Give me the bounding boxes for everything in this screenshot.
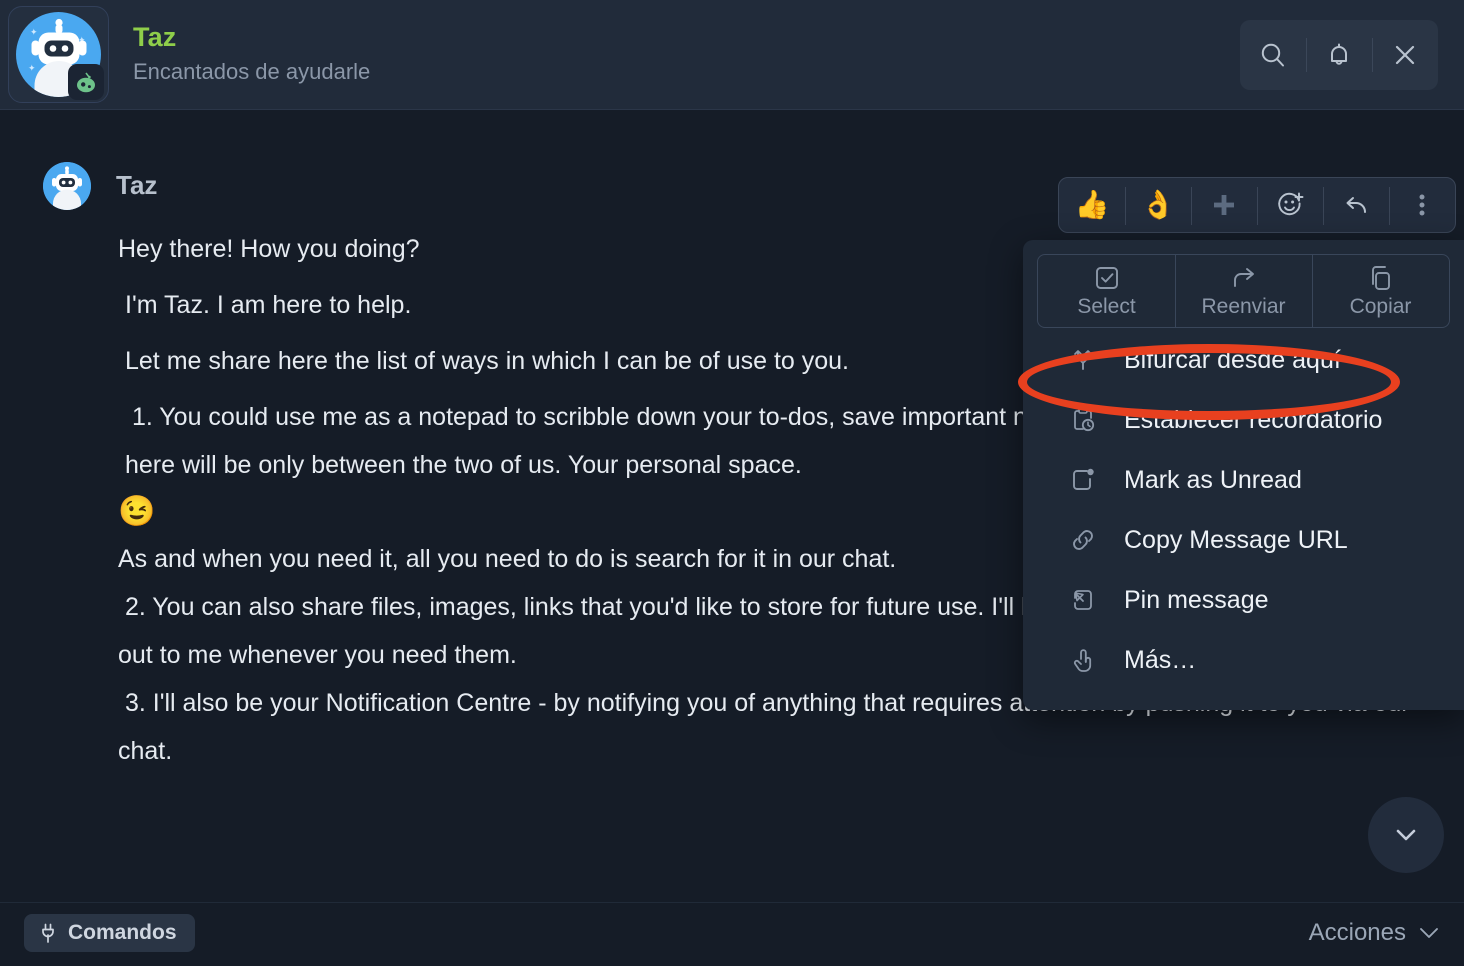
robot-avatar-icon [43, 162, 91, 210]
actions-menu-button[interactable]: Acciones [1309, 919, 1440, 947]
close-icon [1395, 45, 1415, 65]
pin-message-label: Pin message [1124, 585, 1269, 614]
message-avatar[interactable] [43, 162, 91, 210]
message-context-menu: Select Reenviar Copiar Bifurcar desde aq… [1023, 240, 1464, 710]
bot-badge-icon [68, 64, 104, 100]
react-ok-hand-button[interactable]: 👌 [1125, 178, 1191, 232]
actions-label: Acciones [1308, 919, 1406, 946]
close-button[interactable] [1372, 20, 1438, 90]
reaction-toolbar: 👍 👌 [1058, 177, 1456, 233]
three-dots-icon [1419, 194, 1425, 216]
clipboard-clock-icon [1068, 405, 1098, 435]
copy-message-url-item[interactable]: Copy Message URL [1023, 510, 1464, 570]
chat-header: ✦ ✦ ✦ ✦ [0, 0, 1464, 110]
commands-button[interactable]: Comandos [24, 914, 195, 952]
emoji-picker-button[interactable] [1257, 178, 1323, 232]
thumbs-up-emoji-icon: 👍 [1074, 189, 1110, 220]
set-reminder-item[interactable]: Establecer recordatorio [1023, 390, 1464, 450]
search-icon [1261, 43, 1284, 67]
context-menu-top-actions: Select Reenviar Copiar [1037, 254, 1450, 328]
mark-as-unread-label: Mark as Unread [1124, 465, 1302, 494]
winking-face-emoji: 😉 [118, 495, 156, 528]
copy-message-url-label: Copy Message URL [1124, 525, 1348, 554]
commands-label: Comandos [68, 921, 177, 944]
scroll-to-bottom-button[interactable] [1368, 797, 1444, 873]
forward-arrow-icon [1233, 268, 1254, 287]
fork-from-here-item[interactable]: Bifurcar desde aquí [1023, 330, 1464, 390]
plug-command-icon [42, 923, 54, 943]
checkbox-icon [1095, 267, 1118, 289]
forward-action-label: Reenviar [1201, 295, 1286, 318]
page-title: Taz [133, 22, 177, 52]
forward-action-button[interactable]: Reenviar [1175, 255, 1312, 327]
react-thumbs-up-button[interactable]: 👍 [1059, 178, 1125, 232]
copy-icon [1371, 266, 1390, 290]
reply-arrow-icon [1346, 197, 1366, 213]
fork-branch-icon [1068, 345, 1098, 375]
header-avatar[interactable]: ✦ ✦ ✦ ✦ [8, 6, 109, 103]
plus-icon [1214, 195, 1234, 215]
pin-icon [1068, 585, 1098, 615]
more-item[interactable]: Más… [1023, 630, 1464, 690]
add-reaction-button[interactable] [1191, 178, 1257, 232]
search-button[interactable] [1240, 20, 1306, 90]
select-action-button[interactable]: Select [1038, 255, 1175, 327]
bell-icon [1331, 43, 1347, 65]
more-options-button[interactable] [1389, 178, 1455, 232]
set-reminder-label: Establecer recordatorio [1124, 405, 1383, 434]
reply-button[interactable] [1323, 178, 1389, 232]
tap-hand-icon [1068, 645, 1098, 675]
pin-message-item[interactable]: Pin message [1023, 570, 1464, 630]
ok-hand-emoji-icon: 👌 [1140, 189, 1176, 220]
mark-as-unread-item[interactable]: Mark as Unread [1023, 450, 1464, 510]
link-icon [1068, 525, 1098, 555]
chevron-down-icon [1396, 829, 1416, 841]
more-label: Más… [1124, 645, 1197, 674]
copy-action-button[interactable]: Copiar [1312, 255, 1449, 327]
unread-dot-icon [1068, 465, 1098, 495]
select-action-label: Select [1077, 295, 1136, 318]
header-text-block: Taz Encantados de ayudarle [133, 22, 370, 85]
chat-window: ✦ ✦ ✦ ✦ [0, 0, 1464, 966]
header-actions [1240, 20, 1438, 90]
fork-from-here-label: Bifurcar desde aquí [1124, 345, 1341, 374]
notifications-button[interactable] [1306, 20, 1372, 90]
copy-action-label: Copiar [1349, 295, 1412, 318]
message-author: Taz [116, 170, 158, 200]
chevron-down-icon [1420, 928, 1438, 938]
footer-bar: Comandos Acciones [0, 902, 1464, 966]
emoji-plus-icon [1278, 192, 1304, 216]
header-subtitle: Encantados de ayudarle [133, 59, 371, 84]
